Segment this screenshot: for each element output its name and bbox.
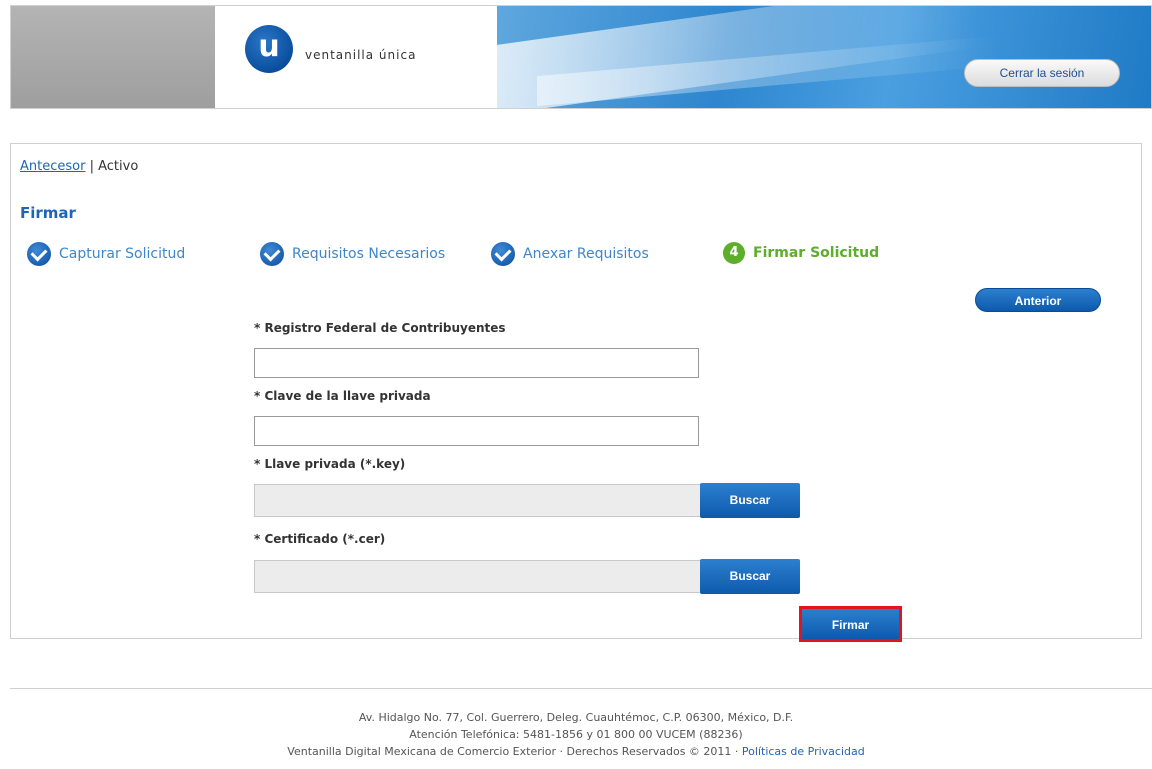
main-panel: Antecesor | Activo Firmar Capturar Solic… [10, 143, 1142, 642]
logo-area: u ventanilla única [215, 6, 497, 108]
browse-private-key-button[interactable]: Buscar [700, 483, 800, 518]
footer-divider [10, 688, 1152, 689]
step-firmar-solicitud: 4 Firmar Solicitud [723, 242, 879, 264]
check-circle-icon [491, 242, 515, 266]
logo-text: ventanilla única [305, 48, 417, 62]
check-circle-icon [260, 242, 284, 266]
certificate-file-label: * Certificado (*.cer) [254, 532, 386, 546]
breadcrumb-current: Activo [98, 159, 139, 174]
rfc-input[interactable] [254, 348, 699, 378]
step-capturar-solicitud[interactable]: Capturar Solicitud [27, 242, 185, 266]
ventanilla-logo-icon: u [245, 25, 293, 73]
footer-rights: Ventanilla Digital Mexicana de Comercio … [287, 745, 742, 758]
step-label-active: Firmar Solicitud [753, 245, 880, 261]
step-number-badge: 4 [723, 242, 745, 264]
browse-certificate-button[interactable]: Buscar [700, 559, 800, 594]
logo-letter: u [258, 29, 280, 64]
footer-phone: Atención Telefónica: 5481-1856 y 01 800 … [409, 728, 743, 741]
step-label: Capturar Solicitud [59, 246, 186, 262]
step-label: Requisitos Necesarios [292, 246, 446, 262]
page-title: Firmar [20, 204, 76, 222]
breadcrumb-separator: | [85, 159, 99, 174]
header-decoration [497, 6, 1151, 108]
breadcrumb: Antecesor | Activo [20, 159, 138, 174]
certificate-file-field[interactable] [254, 560, 701, 593]
footer-rights-line: Ventanilla Digital Mexicana de Comercio … [10, 743, 1142, 760]
footer-address: Av. Hidalgo No. 77, Col. Guerrero, Deleg… [358, 711, 794, 724]
footer: Av. Hidalgo No. 77, Col. Guerrero, Deleg… [10, 709, 1142, 760]
private-key-file-field[interactable] [254, 484, 701, 517]
logout-button[interactable]: Cerrar la sesión [964, 59, 1120, 87]
privacy-policy-link[interactable]: Políticas de Privacidad [742, 745, 865, 758]
rfc-label: * Registro Federal de Contribuyentes [254, 321, 506, 335]
private-key-password-input[interactable] [254, 416, 699, 446]
step-anexar-requisitos[interactable]: Anexar Requisitos [491, 242, 649, 266]
private-key-password-label: * Clave de la llave privada [254, 389, 431, 403]
step-label: Anexar Requisitos [523, 246, 649, 262]
header-gray-block [11, 6, 215, 108]
check-circle-icon [27, 242, 51, 266]
header-banner: u ventanilla única [10, 5, 1152, 109]
private-key-file-label: * Llave privada (*.key) [254, 457, 406, 471]
step-requisitos-necesarios[interactable]: Requisitos Necesarios [260, 242, 445, 266]
breadcrumb-parent-link[interactable]: Antecesor [20, 159, 85, 174]
sign-button[interactable]: Firmar [799, 606, 902, 642]
previous-button[interactable]: Anterior [975, 288, 1101, 312]
